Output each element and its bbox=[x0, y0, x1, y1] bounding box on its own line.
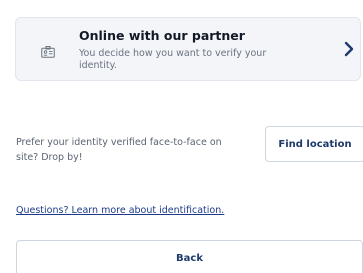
back-button[interactable]: Back bbox=[16, 240, 363, 273]
partner-option-card[interactable]: Online with our partner You decide how y… bbox=[15, 17, 361, 81]
partner-option-description: You decide how you want to verify your i… bbox=[79, 48, 267, 71]
find-location-button[interactable]: Find location bbox=[265, 126, 363, 162]
chevron-right-icon[interactable] bbox=[342, 40, 356, 58]
learn-more-link[interactable]: Questions? Learn more about identificati… bbox=[16, 205, 224, 216]
partner-option-title: Online with our partner bbox=[79, 28, 245, 43]
identity-verification-panel: Online with our partner You decide how y… bbox=[0, 0, 363, 273]
face-to-face-text: Prefer your identity verified face-to-fa… bbox=[16, 137, 222, 163]
id-card-icon bbox=[41, 43, 55, 58]
